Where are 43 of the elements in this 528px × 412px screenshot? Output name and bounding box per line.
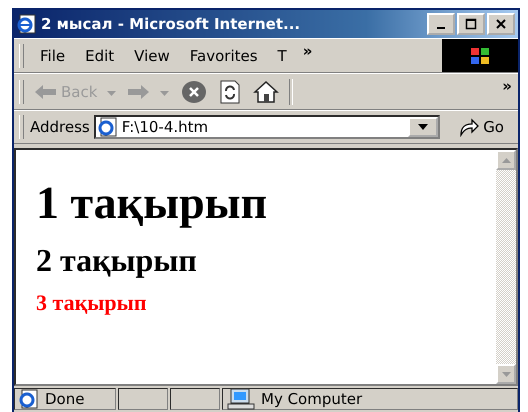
page-icon xyxy=(98,117,118,137)
curved-arrow-icon xyxy=(458,117,480,137)
status-panel xyxy=(118,388,168,410)
address-label: Address xyxy=(30,118,90,136)
up-caret-icon xyxy=(502,158,510,162)
caret-icon xyxy=(160,91,170,96)
browser-icon xyxy=(17,14,37,34)
heading: 1 тақырып xyxy=(36,180,268,226)
menu-item[interactable]: T xyxy=(268,46,297,64)
menu-item[interactable]: File xyxy=(30,46,76,64)
menu-overflow-button[interactable]: » xyxy=(296,42,318,60)
close-button[interactable] xyxy=(487,13,515,35)
address-field[interactable]: F:\10-4.htm xyxy=(94,115,440,139)
heading: 2 тақырып xyxy=(36,244,198,276)
maximize-button[interactable] xyxy=(457,13,485,35)
close-icon xyxy=(495,18,507,30)
caret-icon xyxy=(107,91,116,96)
scroll-down-button[interactable] xyxy=(496,364,516,384)
toolbar-overflow-button[interactable]: » xyxy=(496,77,518,95)
maximize-icon xyxy=(465,18,477,30)
menu-item[interactable]: View xyxy=(124,46,180,64)
heading: 3 тақырып xyxy=(36,292,148,314)
minimize-icon xyxy=(437,27,445,29)
scrollbar[interactable] xyxy=(496,150,516,384)
page-icon xyxy=(19,389,39,409)
scroll-up-button[interactable] xyxy=(496,150,516,170)
stop-icon xyxy=(181,80,208,104)
go-button[interactable]: Go xyxy=(440,117,518,137)
minimize-button[interactable] xyxy=(427,13,455,35)
home-icon xyxy=(253,80,280,104)
menu-item[interactable]: Favorites xyxy=(180,46,268,64)
status-panel xyxy=(170,388,220,410)
menu-item[interactable]: Edit xyxy=(75,46,124,64)
left-arrow-icon xyxy=(34,84,58,100)
zone-text: My Computer xyxy=(261,390,362,408)
caret-icon xyxy=(418,124,428,130)
status-text: Done xyxy=(45,390,84,408)
computer-icon xyxy=(227,388,255,410)
down-caret-icon xyxy=(502,372,510,376)
right-arrow-icon xyxy=(126,84,150,100)
refresh-icon xyxy=(219,80,242,104)
window-title: 2 мысал - Microsoft Internet... xyxy=(41,15,302,33)
address-dropdown-button[interactable] xyxy=(408,117,438,137)
